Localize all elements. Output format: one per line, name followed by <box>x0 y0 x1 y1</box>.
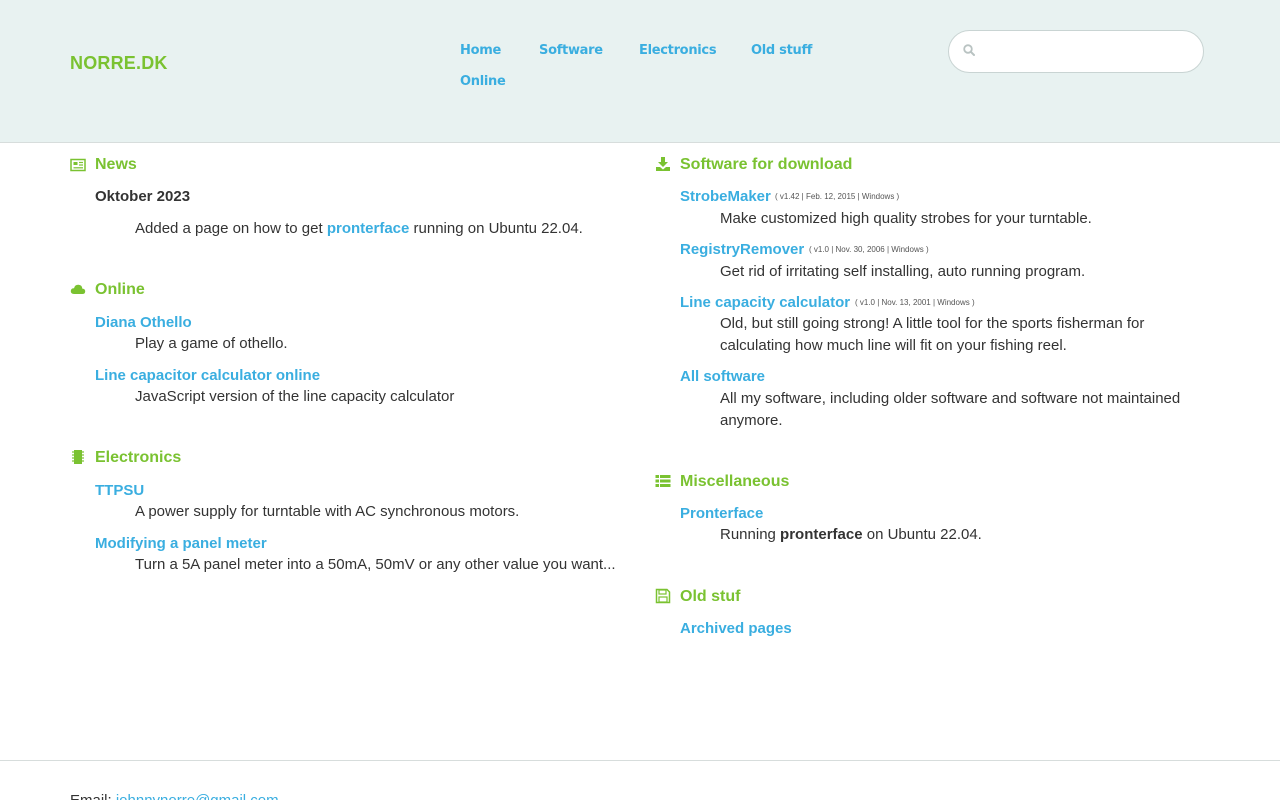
software-item-all-software[interactable]: All software <box>680 368 765 385</box>
chip-icon <box>72 450 84 464</box>
nav-online[interactable]: Online <box>460 74 506 89</box>
news-entry-prefix: Added a page on how to get <box>135 220 327 237</box>
site-header: NORRE.DK Home Software Electronics Old s… <box>0 0 1280 143</box>
nav-old-stuff[interactable]: Old stuff <box>751 43 812 58</box>
online-item-diana-othello[interactable]: Diana Othello <box>95 314 192 331</box>
footer-email: Email: johnnynorre@gmail.com <box>70 792 279 800</box>
electronics-item-ttpsu[interactable]: TTPSU <box>95 482 144 499</box>
online-item-desc: Play a game of othello. <box>135 335 288 352</box>
oldstuff-heading: Old stuf <box>680 588 741 605</box>
misc-desc-prefix: Running <box>720 526 781 543</box>
software-item-strobemaker[interactable]: StrobeMaker <box>680 188 771 205</box>
software-item-desc: Get rid of irritating self installing, a… <box>720 263 1086 280</box>
news-entry: Added a page on how to get pronterface r… <box>135 218 583 240</box>
download-icon <box>656 157 670 171</box>
electronics-item-panel-meter[interactable]: Modifying a panel meter <box>95 535 267 552</box>
software-item-desc: Make customized high quality strobes for… <box>720 210 1092 227</box>
cloud-icon <box>70 284 86 294</box>
online-heading: Online <box>95 281 145 298</box>
oldstuff-item-archived[interactable]: Archived pages <box>680 620 792 637</box>
misc-heading: Miscellaneous <box>680 473 790 490</box>
search-box[interactable] <box>948 30 1204 73</box>
nav-electronics[interactable]: Electronics <box>639 43 717 58</box>
site-footer: Email: johnnynorre@gmail.com <box>0 760 1280 800</box>
site-logo[interactable]: NORRE.DK <box>70 53 168 74</box>
electronics-heading: Electronics <box>95 449 182 466</box>
nav-home[interactable]: Home <box>460 43 501 58</box>
search-input[interactable] <box>985 39 1185 65</box>
news-month: Oktober 2023 <box>95 188 191 205</box>
software-item-meta: ( v1.42 | Feb. 12, 2015 | Windows ) <box>775 192 900 201</box>
software-item-desc: Old, but still going strong! A little to… <box>720 315 1145 354</box>
nav-software[interactable]: Software <box>539 43 603 58</box>
misc-desc-bold: pronterface <box>780 526 863 543</box>
online-item-desc: JavaScript version of the line capacity … <box>135 388 455 405</box>
electronics-item-desc: A power supply for turntable with AC syn… <box>135 503 520 520</box>
newspaper-icon <box>70 158 86 172</box>
misc-desc-suffix: on Ubuntu 22.04. <box>862 526 982 543</box>
software-item-meta: ( v1.0 | Nov. 13, 2001 | Windows ) <box>855 298 975 307</box>
list-icon <box>655 475 671 487</box>
search-icon <box>963 44 975 56</box>
misc-item-desc: Running pronterface on Ubuntu 22.04. <box>720 524 982 546</box>
electronics-item-desc: Turn a 5A panel meter into a 50mA, 50mV … <box>135 556 616 573</box>
floppy-disk-icon <box>655 588 671 604</box>
misc-item-pronterface[interactable]: Pronterface <box>680 505 763 522</box>
footer-email-link[interactable]: johnnynorre@gmail.com <box>116 792 279 800</box>
news-heading: News <box>95 156 137 173</box>
software-item-line-capacity[interactable]: Line capacity calculator <box>680 294 850 311</box>
online-item-line-capacitor[interactable]: Line capacitor calculator online <box>95 367 320 384</box>
software-item-meta: ( v1.0 | Nov. 30, 2006 | Windows ) <box>809 245 929 254</box>
software-item-desc: All my software, including older softwar… <box>720 390 1181 429</box>
footer-email-label: Email: <box>70 792 116 800</box>
news-entry-link[interactable]: pronterface <box>327 220 410 237</box>
software-item-registryremover[interactable]: RegistryRemover <box>680 241 804 258</box>
news-entry-suffix: running on Ubuntu 22.04. <box>409 220 583 237</box>
software-heading: Software for download <box>680 156 853 173</box>
